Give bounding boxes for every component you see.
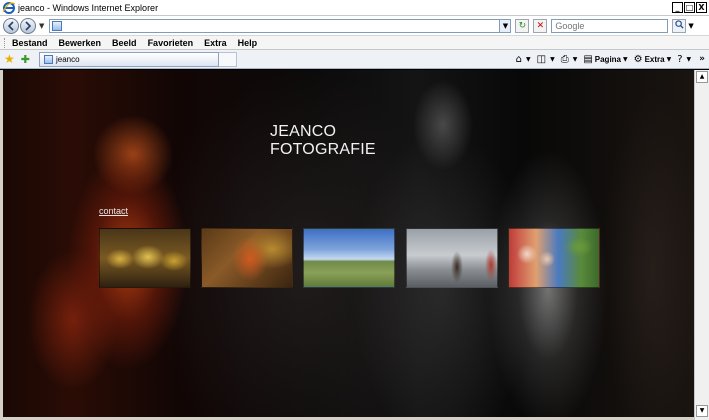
thumbnail-landscape[interactable]: [303, 228, 395, 288]
window-title: jeanco - Windows Internet Explorer: [18, 2, 159, 13]
search-field[interactable]: [551, 18, 669, 33]
maximize-button[interactable]: □: [684, 2, 695, 13]
help-dropdown-icon: ▼: [686, 55, 692, 63]
feeds-icon: ◫: [536, 53, 547, 65]
tab-page-icon: [43, 54, 53, 64]
tab-label: jeanco: [55, 54, 80, 64]
tab-jeanco[interactable]: jeanco: [38, 51, 219, 67]
thumbnail-room[interactable]: [406, 228, 498, 288]
forward-icon: [25, 20, 32, 31]
menu-bar: Bestand Bewerken Beeld Favorieten Extra …: [0, 35, 709, 50]
contact-link[interactable]: contact: [99, 206, 128, 216]
extra-menu-button[interactable]: ⚙ Extra ▼: [634, 54, 672, 65]
toolbar-grip: [4, 37, 6, 48]
menu-beeld[interactable]: Beeld: [112, 38, 137, 48]
scroll-down-icon[interactable]: ▼: [696, 405, 708, 417]
menu-favorieten[interactable]: Favorieten: [148, 38, 194, 48]
page-menu-label: Pagina: [594, 54, 621, 64]
thumbnail-children[interactable]: [508, 228, 600, 288]
search-input[interactable]: [552, 19, 668, 32]
close-button[interactable]: X: [696, 2, 707, 13]
extra-menu-label: Extra: [644, 54, 665, 64]
forward-button[interactable]: [20, 17, 36, 34]
feeds-dropdown-icon: ▼: [550, 55, 555, 63]
page-icon: ▤: [583, 53, 593, 65]
add-favorite-icon[interactable]: ✚: [21, 53, 30, 66]
favorites-star-icon[interactable]: ★: [4, 52, 15, 66]
print-dropdown-icon: ▼: [572, 55, 578, 63]
page-menu-button[interactable]: ▤ Pagina ▼: [583, 54, 627, 65]
menu-extra[interactable]: Extra: [204, 38, 227, 48]
refresh-icon: ↻: [518, 20, 527, 31]
print-button[interactable]: ⎙ ▼: [561, 54, 578, 65]
new-tab-button[interactable]: [218, 51, 237, 67]
scroll-up-icon[interactable]: ▲: [696, 71, 708, 83]
page-icon: [52, 20, 63, 31]
ie-logo-icon: [3, 1, 15, 14]
site-title: JEANCO FOTOGRAFIE: [270, 123, 376, 158]
search-go-icon: [675, 19, 684, 29]
address-toolbar: ▼ ▼ ↻ ✕ ▼: [0, 16, 709, 35]
address-dropdown-icon[interactable]: ▼: [499, 19, 511, 32]
address-field[interactable]: ▼: [49, 18, 512, 33]
thumbnail-musicians[interactable]: [99, 228, 191, 288]
search-options-icon[interactable]: ▼: [688, 22, 693, 30]
feeds-button[interactable]: ◫ ▼: [537, 54, 555, 65]
refresh-button[interactable]: ↻: [515, 18, 530, 33]
vertical-scrollbar[interactable]: ▲ ▼: [694, 70, 709, 420]
home-dropdown-icon: ▼: [525, 55, 531, 63]
home-button[interactable]: ⌂ ▼: [516, 54, 531, 65]
menu-bewerken[interactable]: Bewerken: [59, 38, 102, 48]
tab-bar: ★ ✚ jeanco ⌂ ▼ ◫ ▼ ⎙ ▼ ▤ Pagina ▼ ⚙ Extra ▼ ? ▼ …: [0, 50, 709, 69]
search-go-button[interactable]: [672, 18, 687, 33]
print-icon: ⎙: [560, 53, 569, 65]
page-viewport: JEANCO FOTOGRAFIE contact: [3, 70, 694, 417]
back-button[interactable]: [3, 17, 19, 34]
more-commands-icon[interactable]: »: [699, 54, 705, 64]
help-icon: ?: [677, 53, 683, 65]
address-input[interactable]: [62, 19, 500, 32]
history-dropdown-icon[interactable]: ▼: [39, 22, 44, 30]
stop-icon: ✕: [536, 20, 545, 31]
extra-dropdown-icon: ▼: [666, 55, 672, 63]
home-icon: ⌂: [515, 53, 522, 65]
back-icon: [7, 20, 14, 31]
window-title-bar: jeanco - Windows Internet Explorer _ □ X: [0, 0, 709, 16]
help-button[interactable]: ? ▼: [677, 54, 691, 65]
stop-button[interactable]: ✕: [533, 18, 548, 33]
menu-help[interactable]: Help: [238, 38, 258, 48]
menu-bestand[interactable]: Bestand: [12, 38, 48, 48]
minimize-button[interactable]: _: [672, 2, 683, 13]
page-dropdown-icon: ▼: [623, 55, 628, 63]
command-bar: ⌂ ▼ ◫ ▼ ⎙ ▼ ▤ Pagina ▼ ⚙ Extra ▼ ? ▼ »: [510, 54, 705, 65]
gear-icon: ⚙: [633, 53, 643, 65]
thumbnail-dancer[interactable]: [201, 228, 293, 288]
